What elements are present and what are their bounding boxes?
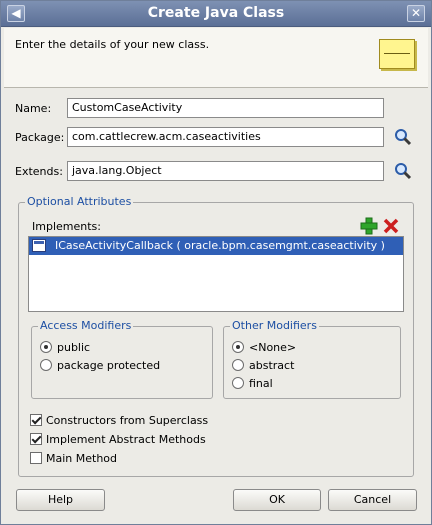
title-bar[interactable]: ◀ Create Java Class ✕: [1, 1, 431, 27]
implements-item-text: ICaseActivityCallback ( oracle.bpm.casem…: [55, 239, 385, 252]
implement-abstract-label[interactable]: Implement Abstract Methods: [46, 433, 206, 446]
implements-list[interactable]: ICaseActivityCallback ( oracle.bpm.casem…: [28, 236, 404, 312]
access-modifiers-title: Access Modifiers: [38, 319, 134, 332]
create-java-class-dialog: ◀ Create Java Class ✕ Enter the details …: [0, 0, 432, 525]
help-button[interactable]: Help: [16, 489, 105, 511]
main-method-checkbox[interactable]: [30, 452, 42, 464]
extends-search-icon[interactable]: [394, 162, 412, 180]
other-modifiers-title: Other Modifiers: [230, 319, 319, 332]
package-protected-radio[interactable]: [40, 359, 52, 371]
abstract-label[interactable]: abstract: [249, 359, 294, 372]
abstract-radio[interactable]: [232, 359, 244, 371]
implements-list-item[interactable]: ICaseActivityCallback ( oracle.bpm.casem…: [29, 237, 403, 255]
implements-label: Implements:: [32, 220, 101, 233]
dialog-title: Create Java Class: [147, 5, 285, 21]
close-icon[interactable]: ✕: [407, 5, 425, 22]
ok-button[interactable]: OK: [233, 489, 321, 511]
package-search-icon[interactable]: [394, 128, 412, 146]
extends-field[interactable]: java.lang.Object: [67, 161, 384, 181]
final-label[interactable]: final: [249, 377, 273, 390]
main-method-label[interactable]: Main Method: [46, 452, 117, 465]
interface-icon: [32, 239, 46, 252]
name-label: Name:: [15, 102, 52, 115]
name-field[interactable]: CustomCaseActivity: [67, 98, 384, 118]
constructors-checkbox[interactable]: [30, 414, 42, 426]
public-label[interactable]: public: [57, 341, 90, 354]
extends-label: Extends:: [15, 165, 63, 178]
final-radio[interactable]: [232, 377, 244, 389]
package-field[interactable]: com.cattlecrew.acm.caseactivities: [67, 127, 384, 147]
add-interface-icon[interactable]: [360, 217, 378, 235]
none-label[interactable]: <None>: [249, 341, 296, 354]
implement-abstract-checkbox[interactable]: [30, 433, 42, 445]
package-protected-label[interactable]: package protected: [57, 359, 160, 372]
constructors-label[interactable]: Constructors from Superclass: [46, 414, 208, 427]
none-radio[interactable]: [232, 341, 244, 353]
cancel-button[interactable]: Cancel: [328, 489, 417, 511]
instruction-text: Enter the details of your new class.: [15, 38, 210, 51]
header-panel: Enter the details of your new class.: [4, 28, 428, 88]
optional-attributes-title: Optional Attributes: [25, 195, 134, 208]
java-class-icon: [379, 39, 415, 69]
package-label: Package:: [15, 131, 65, 144]
public-radio[interactable]: [40, 341, 52, 353]
remove-interface-icon[interactable]: [382, 217, 400, 235]
